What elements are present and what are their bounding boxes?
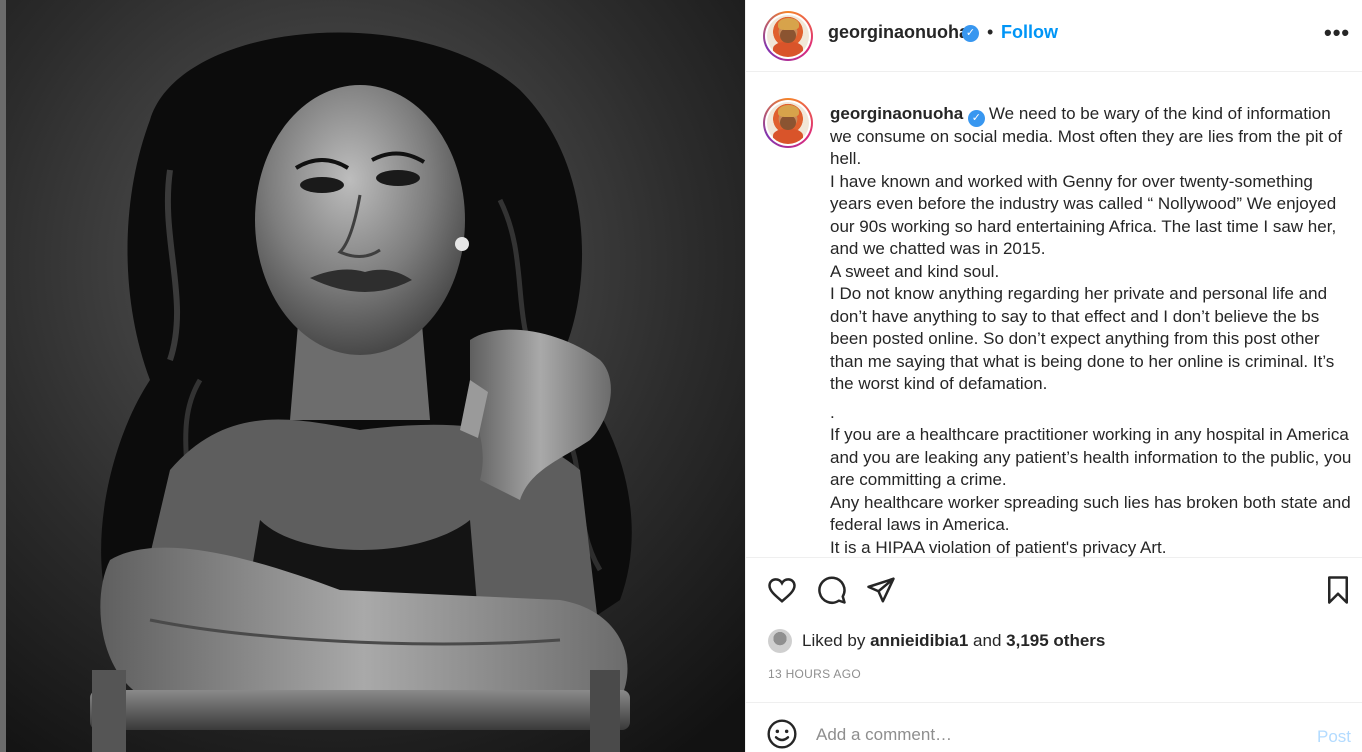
- liker-username[interactable]: annieidibia1: [870, 631, 968, 650]
- liker-avatar[interactable]: [768, 629, 792, 653]
- follow-button[interactable]: Follow: [1001, 22, 1058, 43]
- header-separator: •: [987, 22, 994, 42]
- author-avatar[interactable]: [763, 11, 813, 61]
- verified-badge-icon: ✓: [962, 25, 979, 42]
- caption-line: It is a HIPAA violation of patient's pri…: [830, 537, 1167, 557]
- share-icon[interactable]: [866, 575, 896, 605]
- likes-prefix: Liked by: [802, 631, 866, 650]
- caption-username[interactable]: georginaonuoha: [830, 104, 963, 123]
- post-comment-button[interactable]: Post: [1317, 727, 1351, 747]
- post-timestamp[interactable]: 13 HOURS AGO: [768, 667, 861, 681]
- caption-text: georginaonuoha ✓ We need to be wary of th…: [830, 103, 1355, 557]
- more-options-icon[interactable]: •••: [1324, 20, 1350, 46]
- heart-icon[interactable]: [767, 575, 797, 605]
- caption-line: georginaonuoha ✓ We need to be wary of th…: [830, 103, 1355, 171]
- comment-input[interactable]: [816, 721, 1296, 749]
- post-panel: georginaonuoha ✓ • Follow ••• georginaon…: [745, 0, 1362, 752]
- caption-line: Any healthcare worker spreading such lie…: [830, 492, 1351, 535]
- caption-line: .: [830, 402, 835, 422]
- caption-line: A sweet and kind soul.: [830, 261, 1000, 281]
- caption-line: I have known and worked with Genny for o…: [830, 171, 1337, 259]
- emoji-icon[interactable]: [766, 718, 798, 750]
- image-edge: [0, 0, 6, 752]
- post-actions: [746, 557, 1362, 619]
- bookmark-icon[interactable]: [1323, 575, 1353, 605]
- caption-line: I Do not know anything regarding her pri…: [830, 284, 1335, 393]
- caption-line: If you are a healthcare practitioner wor…: [830, 425, 1352, 489]
- post-photo[interactable]: [0, 0, 745, 752]
- portrait-image: [0, 0, 745, 752]
- caption-section: georginaonuoha ✓ We need to be wary of th…: [746, 73, 1362, 557]
- post-header: georginaonuoha ✓ • Follow •••: [746, 0, 1362, 72]
- comment-icon[interactable]: [817, 575, 847, 605]
- likes-others-link[interactable]: 3,195 others: [1006, 631, 1105, 650]
- verified-badge-icon: ✓: [967, 110, 985, 127]
- likes-joiner: and: [973, 631, 1002, 650]
- comment-bar: Post: [746, 702, 1362, 752]
- author-username[interactable]: georginaonuoha: [828, 22, 969, 43]
- caption-avatar[interactable]: [763, 98, 813, 148]
